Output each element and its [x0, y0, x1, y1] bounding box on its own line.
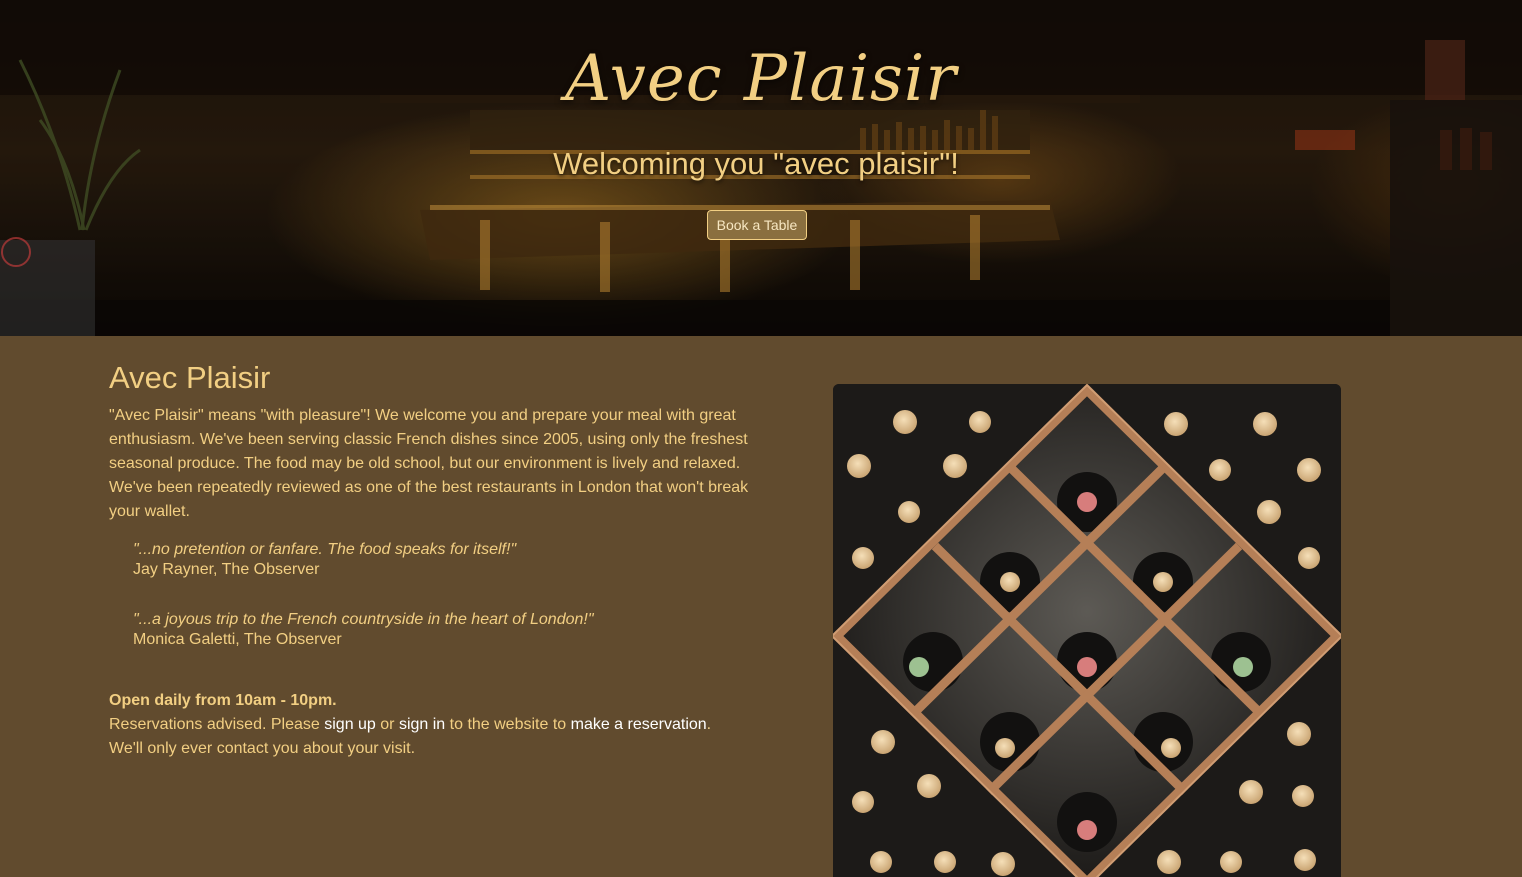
reserve-or: or — [375, 716, 399, 733]
quote-author: Jay Rayner, The Observer — [133, 561, 320, 578]
wine-rack-illustration — [833, 384, 1341, 877]
make-reservation-link[interactable]: make a reservation — [571, 716, 707, 733]
book-table-button[interactable]: Book a Table — [707, 210, 807, 240]
review-quote: "...a joyous trip to the French countrys… — [133, 610, 753, 650]
about-heading: Avec Plaisir — [109, 360, 271, 395]
site-title: Avec Plaisir — [565, 42, 957, 116]
reserve-prefix: Reservations advised. Please — [109, 716, 325, 733]
about-section: Avec Plaisir "Avec Plaisir" means "with … — [0, 336, 1522, 877]
sign-in-link[interactable]: sign in — [399, 716, 445, 733]
about-description: "Avec Plaisir" means "with pleasure"! We… — [109, 407, 749, 520]
sign-up-link[interactable]: sign up — [324, 716, 376, 733]
wine-rack-image — [833, 384, 1341, 877]
welcome-subtitle: Welcoming you "avec plaisir"! — [553, 146, 959, 181]
quote-author: Monica Galetti, The Observer — [133, 631, 342, 648]
quote-text: "...no pretention or fanfare. The food s… — [133, 541, 517, 558]
reserve-to-site: to the website to — [445, 716, 571, 733]
reservation-info: Reservations advised. Please sign up or … — [109, 713, 749, 761]
review-quote: "...no pretention or fanfare. The food s… — [133, 540, 753, 580]
hero-banner: Avec Plaisir Welcoming you "avec plaisir… — [0, 0, 1522, 336]
hero-content: Avec Plaisir Welcoming you "avec plaisir… — [0, 0, 1522, 336]
quote-text: "...a joyous trip to the French countrys… — [133, 611, 594, 628]
opening-hours: Open daily from 10am - 10pm. — [109, 692, 337, 709]
